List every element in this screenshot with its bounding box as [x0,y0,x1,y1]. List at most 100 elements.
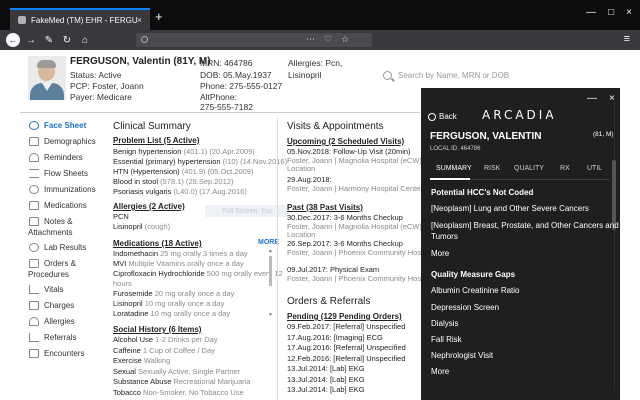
tab-close-icon[interactable]: × [137,15,142,25]
arcadia-tab-util[interactable]: UTIL [587,165,602,172]
medication-item[interactable]: Indomethacin 25 mg orally 3 times a day [113,249,248,258]
pill-icon [29,201,39,210]
medication-item[interactable]: Furosemide 20 mg orally once a day [113,289,234,298]
pending-order-item[interactable]: 13.Jul.2014: [Lab] EKG [287,385,365,394]
arcadia-minimize-button[interactable]: — [587,93,597,104]
bookmark-star-icon[interactable]: ☆ [341,34,349,45]
nav-allergies[interactable]: Allergies [28,316,108,332]
medications-scrollbar[interactable]: ▲ ▼ [268,248,273,318]
social-history-item[interactable]: Sexual Sexually Active, Single Partner [113,367,240,376]
pocket-icon[interactable]: ♡ [324,34,332,45]
nav-lab-results[interactable]: Lab Results [28,242,108,258]
refresh-icon[interactable]: ↻ [60,33,74,47]
browser-tab[interactable]: FakeMed (TM) EHR - FERGUSON, V × [10,8,150,30]
social-history-item[interactable]: Caffeine 1 Cup of Coffee / Day [113,346,215,355]
medication-item[interactable]: hours [113,279,132,288]
forward-icon[interactable]: → [24,33,38,47]
patient-alt-phone: 275-555-7182 [200,102,253,112]
nav-notes-attachments[interactable]: Notes & Attachments [28,216,108,242]
arcadia-tab-quality[interactable]: QUALITY [514,165,544,172]
problem-item[interactable]: Blood in stool (578.1) (29.Sep.2012) [113,177,234,186]
social-history-item[interactable]: Exercise Walking [113,356,170,365]
nav-encounters[interactable]: Encounters [28,348,108,364]
wrench-icon[interactable]: ✎ [42,33,56,47]
medication-item[interactable]: Loratadine 10 mg orally once a day [113,309,230,318]
arcadia-hcc-item-cont[interactable]: Tumors [431,231,458,243]
search-icon[interactable] [383,71,392,80]
nav-immunizations[interactable]: Immunizations [28,184,108,200]
medication-item[interactable]: Ciprofloxacin Hydrochloride 500 mg orall… [113,269,283,278]
social-history-item[interactable]: Alcohol Use 1-2 Drinks per Day [113,335,218,344]
problem-item[interactable]: Benign hypertension (401.1) (20.Apr.2009… [113,147,255,156]
nav-flow-sheets[interactable]: Flow Sheets [28,168,108,184]
pending-order-item[interactable]: 09.Feb.2017: [Referral] Unspecified [287,322,405,331]
arcadia-quality-more-link[interactable]: More [431,367,449,376]
arcadia-hcc-item[interactable]: [Neoplasm] Lung and Other Severe Cancers [431,203,589,215]
arcadia-tab-summary[interactable]: SUMMARY [436,165,472,172]
orders-referrals-title: Orders & Referrals [287,296,371,307]
arcadia-close-button[interactable]: × [609,93,615,104]
problem-item[interactable]: Psoriasis vulgaris (L40.0) (17.Aug.2016) [113,187,247,196]
problem-list-header[interactable]: Problem List (5 Active) [113,136,199,145]
arcadia-tab-risk[interactable]: RISK [484,165,500,172]
nav-vitals[interactable]: Vitals [28,284,108,300]
patient-allergies-label: Allergies: Pcn, [288,58,343,68]
medication-item[interactable]: MVI Multiple Vitamins orally once a day [113,259,244,268]
medications-more-link[interactable]: MORE [258,239,279,246]
patient-search-input[interactable] [398,68,518,83]
nav-face-sheet[interactable]: Face Sheet [28,120,108,136]
pending-order-item[interactable]: 17.Aug.2016: [Referral] Unspecified [287,343,406,352]
medication-item[interactable]: Lisinopril 10 mg orally once a day [113,299,224,308]
arcadia-quality-item[interactable]: Albumin Creatinine Ratio [431,285,520,297]
allergies-header[interactable]: Allergies (2 Active) [113,202,185,211]
upcoming-visits-header[interactable]: Upcoming (2 Scheduled Visits) [287,137,404,146]
pending-order-item[interactable]: 13.Jul.2014: [Lab] EKG [287,375,365,384]
nav-medications[interactable]: Medications [28,200,108,216]
arcadia-quality-item[interactable]: Fall Risk [431,334,462,346]
patient-payer: Payer: Medicare [70,92,132,102]
arcadia-patient-age: (81, M) [593,131,614,138]
social-history-header[interactable]: Social History (6 Items) [113,325,201,334]
new-tab-button[interactable]: + [155,10,163,24]
allergy-item[interactable]: PCN [113,212,129,221]
past-visits-header[interactable]: Past (38 Past Visits) [287,203,363,212]
arcadia-quality-item[interactable]: Nephrologist Visit [431,350,493,362]
nav-reminders[interactable]: Reminders [28,152,108,168]
visits-title: Visits & Appointments [287,121,384,132]
pending-order-item[interactable]: 12.Feb.2016: [Referral] Unspecified [287,354,405,363]
problem-item[interactable]: Essential (primary) hypertension (I10) (… [113,157,287,166]
pending-orders-header[interactable]: Pending (129 Pending Orders) [287,312,402,321]
arcadia-quality-item[interactable]: Dialysis [431,318,459,330]
nav-referrals[interactable]: Referrals [28,332,108,348]
arcadia-hcc-more-link[interactable]: More [431,249,449,258]
arcadia-quality-item[interactable]: Depression Screen [431,302,499,314]
arcadia-back-button[interactable]: Back [428,112,457,121]
face-icon [29,121,39,130]
minimize-window-button[interactable]: — [586,7,596,18]
site-info-icon[interactable] [141,36,148,43]
nav-charges[interactable]: Charges [28,300,108,316]
social-history-item[interactable]: Substance Abuse Recreational Marijuana [113,377,251,386]
id-card-icon [29,137,39,146]
nav-demographics[interactable]: Demographics [28,136,108,152]
visit-detail: Foster, Joann | Harmony Hospital Center [287,183,423,193]
patient-pcp: PCP: Foster, Joann [70,81,144,91]
social-history-item[interactable]: Tobacco Non-Smoker, No Tobacco Use [113,388,244,397]
arcadia-hcc-item[interactable]: [Neoplasm] Breast, Prostate, and Other C… [431,220,619,232]
back-icon[interactable]: ← [6,33,20,47]
problem-item[interactable]: HTN (Hypertension) (401.9) (05.Oct.2009) [113,167,253,176]
patient-allergies-value: Lisinopril [288,70,322,80]
allergy-item[interactable]: Lisinopril (cough) [113,222,170,231]
page-actions-icon[interactable]: ⋯ [306,34,315,45]
medications-header[interactable]: Medications (18 Active) [113,239,202,248]
home-icon[interactable]: ⌂ [78,33,92,47]
pending-order-item[interactable]: 17.Aug.2016: [Imaging] ECG [287,333,383,342]
maximize-window-button[interactable]: □ [608,7,614,18]
patient-dob: DOB: 05.May.1937 [200,70,272,80]
arcadia-tab-rx[interactable]: RX [560,165,570,172]
browser-menu-icon[interactable]: ≡ [624,33,630,45]
patient-alt-phone-label: AltPhone: [200,92,237,102]
nav-orders-procedures[interactable]: Orders & Procedures [28,258,108,284]
close-window-button[interactable]: × [626,7,632,18]
pending-order-item[interactable]: 13.Jul.2014: [Lab] EKG [287,364,365,373]
